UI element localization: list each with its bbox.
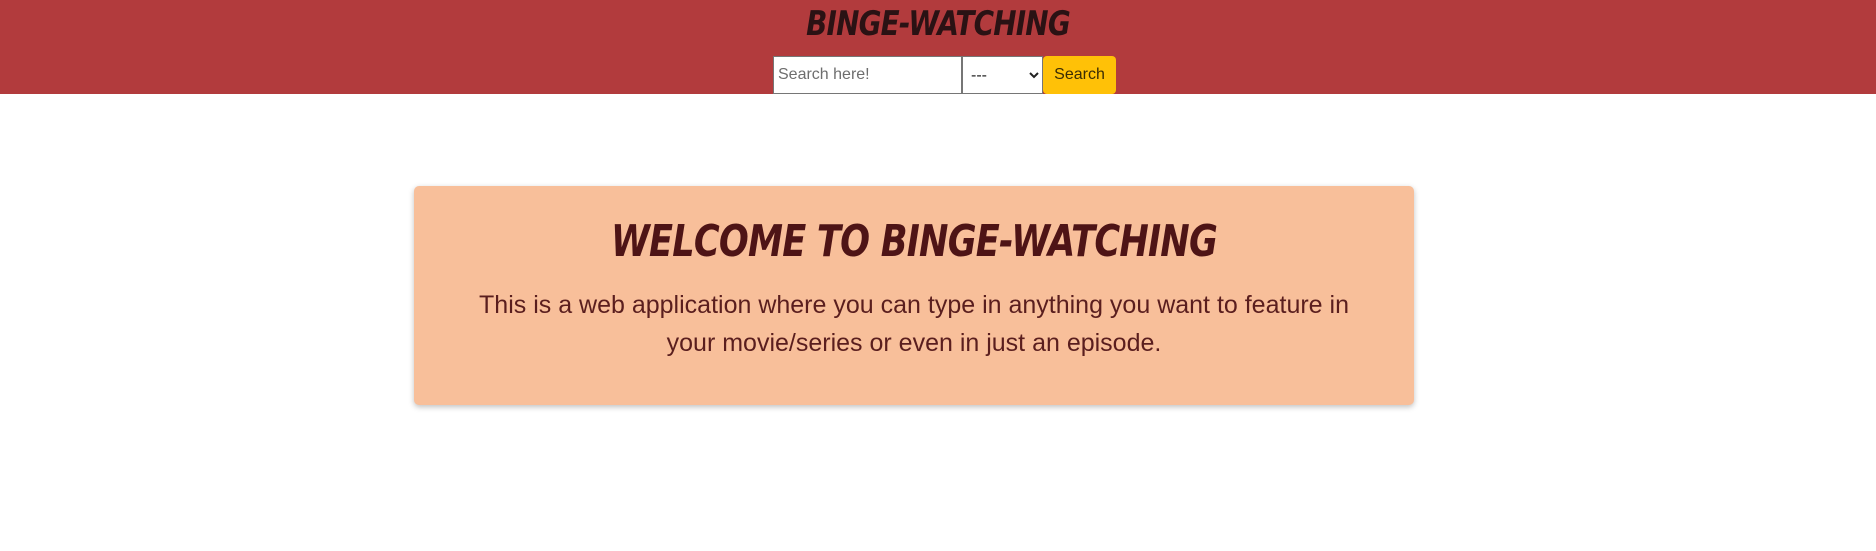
- search-form: --- Search: [773, 56, 1116, 94]
- app-header: BINGE-WATCHING --- Search: [0, 0, 1876, 94]
- type-select[interactable]: ---: [962, 56, 1043, 94]
- brand-title: BINGE-WATCHING: [806, 4, 1071, 44]
- search-button[interactable]: Search: [1043, 56, 1116, 94]
- welcome-description: This is a web application where you can …: [479, 291, 1349, 357]
- welcome-title: WELCOME TO BINGE-WATCHING: [610, 216, 1218, 267]
- search-input[interactable]: [773, 56, 962, 94]
- welcome-card: WELCOME TO BINGE-WATCHING This is a web …: [414, 186, 1414, 405]
